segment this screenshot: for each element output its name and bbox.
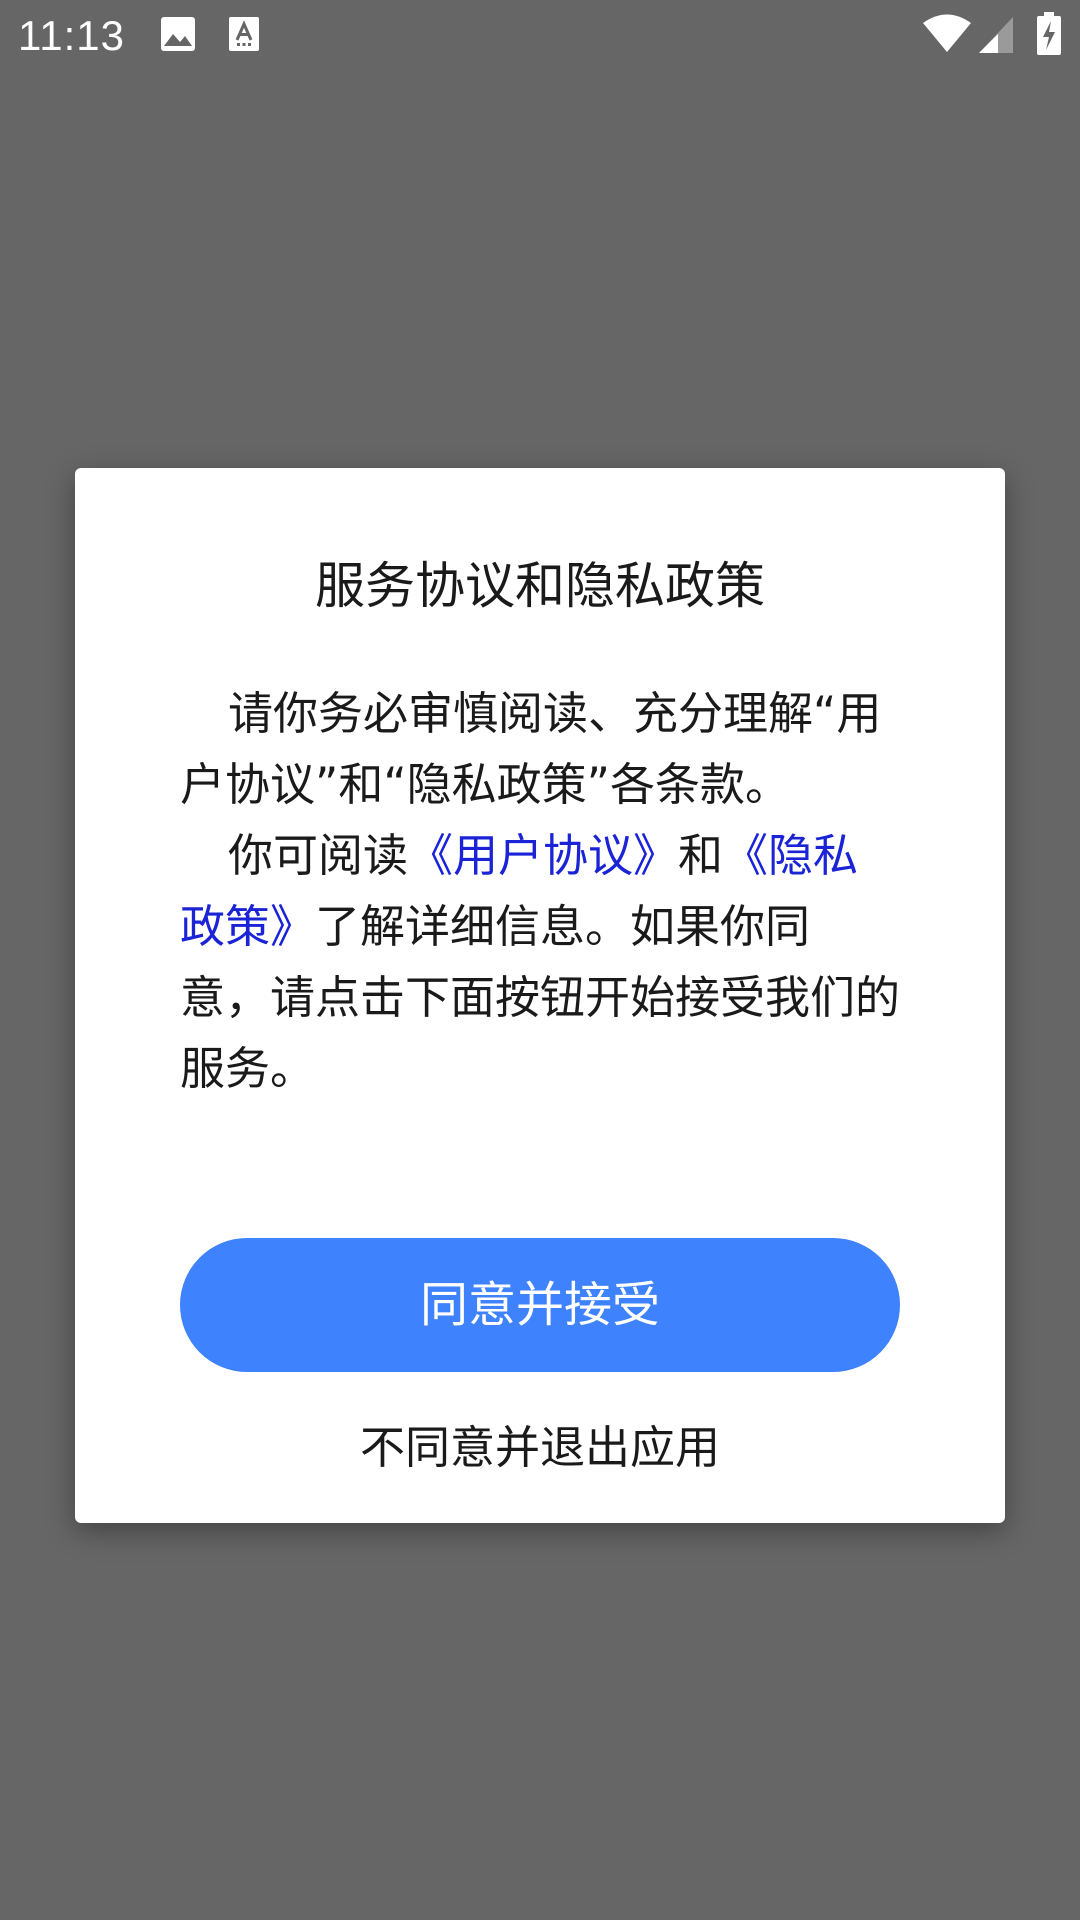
battery-charging-icon [1037,12,1061,55]
image-icon [161,17,195,51]
wifi-icon [923,14,971,52]
status-time: 11:13 [18,12,125,59]
user-agreement-link[interactable]: 《用户协议》 [408,829,678,882]
signal-icon [979,17,1013,53]
privacy-dialog: 服务协议和隐私政策 请你务必审慎阅读、充分理解“用户协议”和“隐私政策”各条款。… [75,468,1005,1523]
font-icon [229,17,259,51]
terms-paragraph: 请你务必审慎阅读、充分理解“用户协议”和“隐私政策”各条款。 [180,687,882,811]
status-bar: 11:13 [0,0,1080,72]
dialog-title: 服务协议和隐私政策 [315,557,765,615]
agree-button[interactable]: 同意并接受 [180,1238,900,1372]
links-paragraph-prefix: 你可阅读 [228,829,409,882]
decline-exit-button[interactable]: 不同意并退出应用 [75,1418,1005,1478]
links-paragraph: 你可阅读《用户协议》和《隐私政策》了解详细信息。如果你同意，请点击下面按钮开始接… [180,820,900,1104]
dialog-body: 请你务必审慎阅读、充分理解“用户协议”和“隐私政策”各条款。 你可阅读《用户协议… [180,678,900,1104]
links-paragraph-and: 和 [678,829,724,882]
